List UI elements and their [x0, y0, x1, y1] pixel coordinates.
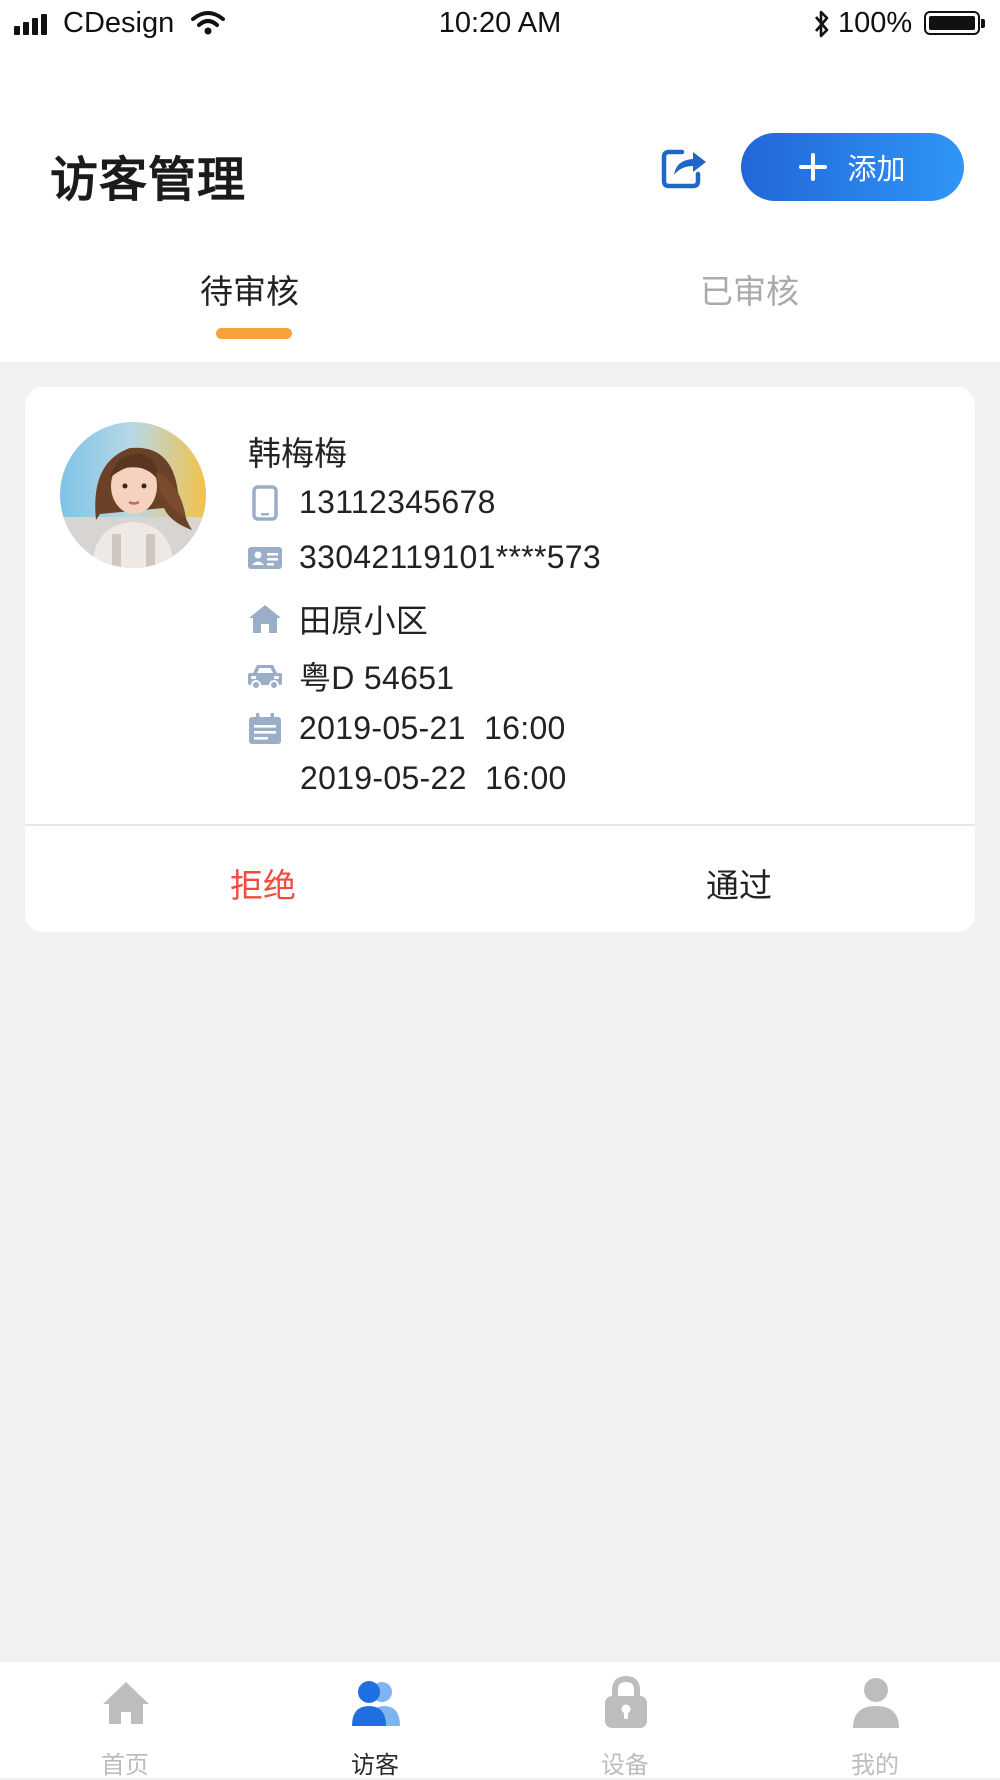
tab-indicator [216, 328, 292, 339]
bottom-nav: 首页 访客 设备 我的 [0, 1662, 1000, 1779]
nav-home[interactable]: 首页 [0, 1662, 250, 1779]
calendar-icon [247, 711, 283, 747]
share-icon [661, 149, 706, 189]
card-divider [25, 824, 975, 826]
license-plate: 粤D 54651 [299, 660, 455, 696]
nav-device-label: 设备 [601, 1752, 649, 1779]
visitor-icon [352, 1681, 400, 1726]
id-card-icon [247, 540, 283, 576]
nav-visitor-label: 访客 [351, 1752, 399, 1779]
reject-button[interactable]: 拒绝 [230, 859, 296, 907]
visit-start-time: 2019-05-21 16:00 [299, 710, 566, 746]
plus-icon [799, 153, 828, 181]
nav-home-label: 首页 [101, 1752, 149, 1779]
battery-icon [924, 11, 985, 35]
plate-row: 粤D 54651 [247, 653, 454, 699]
home-icon [103, 1682, 149, 1724]
home-icon [247, 601, 283, 637]
add-button[interactable]: 添加 [741, 133, 964, 201]
id-row: 33042119101****573 [247, 539, 601, 576]
community-name: 田原小区 [299, 603, 429, 639]
time-row: 2019-05-21 16:00 [247, 710, 566, 747]
visit-end-time: 2019-05-22 16:00 [300, 760, 567, 796]
page-title: 访客管理 [50, 154, 247, 207]
visitor-card: 韩梅梅 13112345678 33042119101****573 田原小区 … [25, 387, 975, 932]
bluetooth-icon [812, 9, 832, 47]
battery-percent: 100% [838, 7, 913, 39]
nav-device[interactable]: 设备 [500, 1662, 750, 1779]
phone-row: 13112345678 [247, 484, 496, 521]
phone-number: 13112345678 [299, 484, 496, 520]
add-button-label: 添加 [847, 154, 906, 186]
car-icon [247, 658, 283, 694]
lock-icon [605, 1675, 647, 1728]
phone-icon [247, 484, 283, 521]
header-area: CDesign 10:20 AM 100% 访客管理 添加 待审核 已审核 [0, 0, 1000, 362]
visitor-name: 韩梅梅 [248, 435, 347, 472]
id-number: 33042119101****573 [299, 539, 601, 575]
nav-mine[interactable]: 我的 [750, 1662, 1000, 1779]
community-row: 田原小区 [247, 596, 428, 642]
nav-mine-label: 我的 [851, 1752, 899, 1779]
approve-button[interactable]: 通过 [706, 859, 772, 907]
tab-pending[interactable]: 待审核 [200, 265, 299, 313]
share-button[interactable] [660, 144, 710, 190]
person-icon [853, 1678, 899, 1728]
status-bar: CDesign 10:20 AM 100% [0, 0, 1000, 50]
tab-reviewed[interactable]: 已审核 [700, 265, 799, 313]
avatar [60, 422, 206, 568]
nav-visitor[interactable]: 访客 [250, 1662, 500, 1779]
